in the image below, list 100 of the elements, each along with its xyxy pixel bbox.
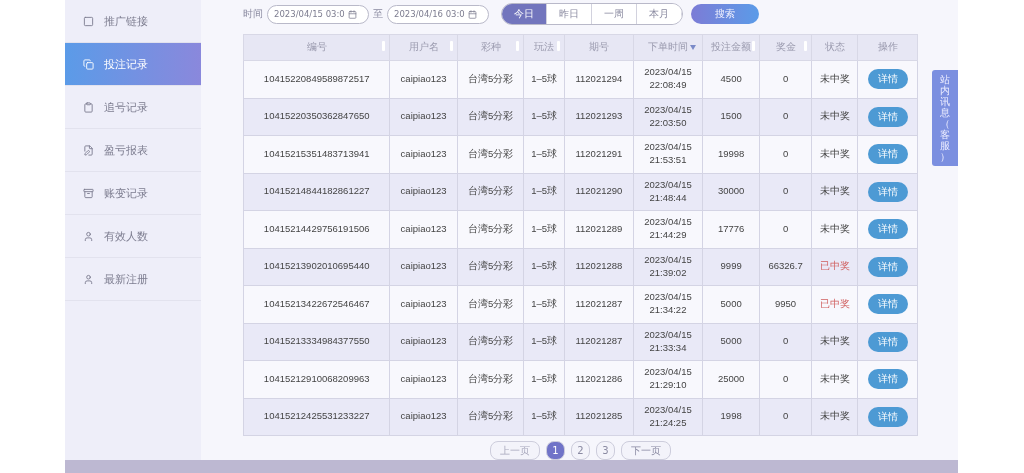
table-cell: 1–5球	[523, 360, 565, 398]
table-cell: 112021291	[564, 135, 634, 173]
column-header[interactable]: 玩法	[523, 34, 565, 61]
table-cell: 1–5球	[523, 173, 565, 211]
table-cell: 10415212910068209963	[243, 360, 390, 398]
details-button[interactable]: 详情	[867, 294, 908, 315]
details-button[interactable]: 详情	[867, 331, 908, 352]
clipboard-icon	[83, 101, 94, 113]
edit-icon	[83, 144, 94, 156]
column-header[interactable]: 彩种	[457, 34, 524, 61]
column-header: 状态	[811, 34, 858, 61]
table-cell: 112021286	[564, 360, 634, 398]
sidebar-item[interactable]: 投注记录	[65, 43, 201, 86]
archive-icon	[83, 187, 94, 199]
status-cell: 未中奖	[811, 173, 858, 211]
details-button[interactable]: 详情	[867, 181, 908, 202]
table-cell: caipiao123	[389, 285, 458, 323]
table-cell: 1–5球	[523, 398, 565, 436]
details-button[interactable]: 详情	[867, 256, 908, 277]
user-icon	[83, 230, 94, 242]
table-cell: 10415215351483713941	[243, 135, 390, 173]
status-cell: 未中奖	[811, 98, 858, 136]
table-cell: caipiao123	[389, 248, 458, 286]
table-cell: 10415214429756191506	[243, 210, 390, 248]
status-cell: 已中奖	[811, 285, 858, 323]
table-cell: 10415213334984377550	[243, 323, 390, 361]
table-cell: 5000	[702, 285, 760, 323]
messages-side-tab[interactable]: 站内讯息（客服）	[932, 70, 958, 166]
details-button[interactable]: 详情	[867, 144, 908, 165]
table-cell: 0	[759, 398, 812, 436]
table-cell: 2023/04/15 21:33:34	[633, 323, 703, 361]
page-button[interactable]: 2	[571, 441, 590, 460]
table-cell: 10415212425531233227	[243, 398, 390, 436]
table-cell: 1–5球	[523, 248, 565, 286]
table-cell: caipiao123	[389, 323, 458, 361]
table-cell: 2023/04/15 21:44:29	[633, 210, 703, 248]
user-icon	[83, 273, 94, 285]
details-button[interactable]: 详情	[867, 406, 908, 427]
table-cell: 112021294	[564, 60, 634, 98]
column-header: 操作	[857, 34, 918, 61]
column-header[interactable]: 奖金	[759, 34, 812, 61]
table-cell: caipiao123	[389, 173, 458, 211]
details-button[interactable]: 详情	[867, 106, 908, 127]
table-cell: 112021288	[564, 248, 634, 286]
table-cell: 9950	[759, 285, 812, 323]
table-cell: 25000	[702, 360, 760, 398]
table-cell: 台湾5分彩	[457, 360, 524, 398]
table-cell: caipiao123	[389, 210, 458, 248]
table-cell: 台湾5分彩	[457, 248, 524, 286]
table-cell: caipiao123	[389, 398, 458, 436]
table-cell: 2023/04/15 21:24:25	[633, 398, 703, 436]
table-cell: 台湾5分彩	[457, 98, 524, 136]
table-cell: 台湾5分彩	[457, 135, 524, 173]
details-button[interactable]: 详情	[867, 219, 908, 240]
column-header[interactable]: 投注金额	[702, 34, 760, 61]
table-cell: 5000	[702, 323, 760, 361]
column-header[interactable]: 用户名	[389, 34, 458, 61]
table-cell: 台湾5分彩	[457, 285, 524, 323]
range-separator: 至	[373, 7, 383, 21]
table-cell: 台湾5分彩	[457, 173, 524, 211]
status-cell: 未中奖	[811, 135, 858, 173]
table-cell: 台湾5分彩	[457, 60, 524, 98]
table-cell: 0	[759, 210, 812, 248]
table-cell: 0	[759, 360, 812, 398]
table-cell: 10415213902010695440	[243, 248, 390, 286]
table-cell: caipiao123	[389, 60, 458, 98]
table-cell: 2023/04/15 22:03:50	[633, 98, 703, 136]
table-cell: 2023/04/15 21:34:22	[633, 285, 703, 323]
table-cell: 17776	[702, 210, 760, 248]
table-cell: 112021287	[564, 285, 634, 323]
calendar-icon	[467, 9, 477, 19]
square-icon	[83, 15, 94, 27]
details-button[interactable]: 详情	[867, 369, 908, 390]
table-cell: 10415220350362847650	[243, 98, 390, 136]
table-cell: 1–5球	[523, 323, 565, 361]
table-cell: caipiao123	[389, 360, 458, 398]
page-button[interactable]: 1	[546, 441, 565, 460]
table-cell: 1–5球	[523, 210, 565, 248]
table-cell: 1500	[702, 98, 760, 136]
status-cell: 已中奖	[811, 248, 858, 286]
range-tab[interactable]: 今日	[502, 4, 547, 24]
column-header[interactable]: 下单时间	[633, 34, 703, 61]
table-cell: 1–5球	[523, 98, 565, 136]
details-button[interactable]: 详情	[867, 69, 908, 90]
table-cell: 10415220849589872517	[243, 60, 390, 98]
column-header[interactable]: 编号	[243, 34, 390, 61]
table-cell: 1998	[702, 398, 760, 436]
table-cell: 112021289	[564, 210, 634, 248]
status-cell: 未中奖	[811, 60, 858, 98]
end-date-field[interactable]: 2023/04/16 03:0	[387, 4, 489, 24]
table-cell: 台湾5分彩	[457, 210, 524, 248]
sort-descending-icon	[690, 45, 697, 50]
table-cell: 112021293	[564, 98, 634, 136]
page-button[interactable]: 3	[596, 441, 615, 460]
table-cell: 4500	[702, 60, 760, 98]
search-button[interactable]: 搜索	[691, 4, 759, 24]
table-cell: 2023/04/15 21:39:02	[633, 248, 703, 286]
start-date-field[interactable]: 2023/04/15 03:0	[267, 4, 369, 24]
next-page-button[interactable]: 下一页	[621, 441, 671, 460]
table-cell: 1–5球	[523, 135, 565, 173]
